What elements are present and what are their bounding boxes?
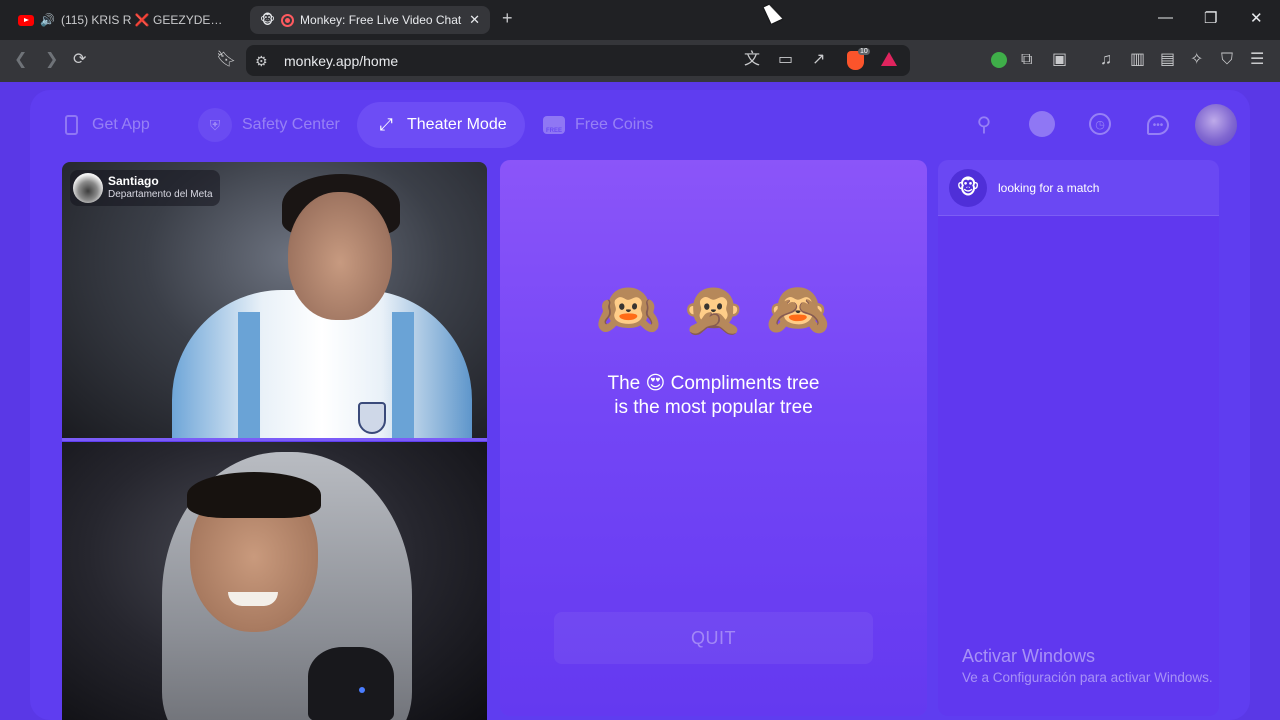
see-no-evil-monkey-icon: 🙈 [765, 281, 831, 339]
tab-title: Monkey: Free Live Video Chat [300, 13, 462, 27]
cast-icon[interactable]: ▭ [778, 50, 793, 70]
remote-user-location: Departamento del Meta [108, 189, 213, 200]
wallet-icon[interactable]: ▤ [1160, 50, 1175, 70]
leo-ai-icon[interactable]: ✧ [1190, 50, 1203, 70]
speaker-icon[interactable]: 🔊 [40, 13, 55, 27]
windows-activation-watermark: Activar Windows Ve a Configuración para … [962, 645, 1213, 689]
coins-balance-icon[interactable] [1029, 111, 1055, 137]
tip-line-2: is the most popular tree [614, 397, 813, 418]
url-text[interactable]: monkey.app/home [284, 53, 398, 69]
profile-avatar[interactable] [1195, 104, 1237, 146]
restore-button[interactable]: ❐ [1204, 9, 1217, 27]
shield-icon: ⛨ [198, 108, 232, 142]
translate-icon[interactable]: 文 [744, 50, 760, 70]
youtube-icon [18, 14, 34, 26]
self-person-hair [187, 472, 321, 518]
matching-card: 🙉 🙊 🙈 The 😍 Compliments tree is the most… [500, 160, 927, 716]
chat-panel: 🐵 looking for a match [938, 160, 1219, 716]
hear-no-evil-monkey-icon: 🙉 [596, 281, 662, 339]
jersey-badge [358, 402, 386, 434]
jersey-stripe [392, 312, 414, 438]
tab-monkey[interactable]: 🐵 Monkey: Free Live Video Chat ✕ [250, 6, 490, 34]
forward-icon[interactable]: ❯ [45, 50, 58, 70]
sidebar-icon[interactable]: ▥ [1130, 50, 1145, 70]
safety-center-button[interactable]: ⛨ Safety Center [188, 102, 358, 148]
recording-icon [281, 13, 295, 27]
new-tab-button[interactable]: + [502, 8, 513, 29]
monkey-avatar-icon: 🐵 [949, 168, 987, 207]
expand-icon: ⤢ [379, 115, 393, 134]
speak-no-evil-monkey-icon: 🙊 [681, 281, 746, 339]
extension-green-icon[interactable] [991, 52, 1007, 68]
phone-icon [60, 114, 82, 136]
messages-icon[interactable]: ••• [1147, 115, 1169, 135]
shields-count-badge: 10 [858, 48, 870, 55]
screenshot-icon[interactable]: ▣ [1052, 50, 1067, 70]
browser-tab-bar: 🔊 (115) KRIS R ❌ GEEZYDEE - TUK 🐵 Monkey… [0, 0, 1280, 40]
jersey-stripe [238, 312, 260, 438]
bookmark-icon[interactable]: 🔖︎ [216, 50, 236, 70]
tab-youtube[interactable]: 🔊 (115) KRIS R ❌ GEEZYDEE - TUK [8, 6, 240, 34]
match-status: looking for a match [998, 180, 1100, 195]
chat-header: 🐵 looking for a match [938, 160, 1219, 216]
remote-user-tag[interactable]: Santiago Departamento del Meta [70, 170, 220, 206]
watermark-title: Activar Windows [962, 646, 1096, 666]
vpn-shield-icon[interactable]: ⛉ [1221, 50, 1233, 70]
search-icon[interactable]: ⚲ [971, 111, 997, 137]
get-app-label: Get App [92, 116, 150, 133]
close-window-button[interactable]: ✕ [1250, 9, 1263, 27]
monkey-page: Get App ⛨ Safety Center ⤢ Theater Mode F… [0, 82, 1280, 720]
free-coins-button[interactable]: FREE Free Coins [525, 102, 671, 148]
mouse-cursor-icon [763, 2, 783, 24]
monkeys-row: 🙉 🙊 🙈 [500, 278, 927, 342]
remote-person-face [288, 192, 392, 320]
free-coins-icon: FREE [543, 116, 565, 134]
remote-video: Santiago Departamento del Meta [62, 162, 487, 438]
watermark-subtitle: Ve a Configuración para activar Windows. [962, 670, 1213, 685]
self-person-smile [228, 592, 278, 606]
tip-line-1: The 😍 Compliments tree [607, 373, 820, 394]
minimize-button[interactable]: — [1158, 9, 1173, 26]
monkey-favicon-icon: 🐵 [260, 12, 276, 27]
remote-user-avatar [73, 173, 103, 203]
share-icon[interactable]: ↗ [812, 50, 825, 70]
remote-user-info: Santiago Departamento del Meta [108, 174, 213, 202]
site-settings-icon[interactable]: ⚙ [255, 51, 268, 71]
microphone-object [308, 647, 394, 720]
theater-mode-button[interactable]: ⤢ Theater Mode [357, 102, 525, 148]
close-tab-icon[interactable]: ✕ [469, 12, 480, 28]
video-divider [62, 438, 487, 441]
reload-icon[interactable]: ⟳ [73, 50, 86, 70]
media-music-icon[interactable]: ♫ [1100, 50, 1112, 70]
tip-text: The 😍 Compliments tree is the most popul… [500, 372, 927, 420]
remote-user-name: Santiago [108, 174, 159, 188]
free-coins-label: Free Coins [575, 116, 654, 133]
get-app-button[interactable]: Get App [42, 102, 168, 148]
history-clock-icon[interactable]: ◷ [1089, 113, 1111, 135]
back-icon[interactable]: ❮ [14, 50, 27, 70]
quit-button[interactable]: QUIT [554, 612, 873, 664]
menu-icon[interactable]: ☰ [1250, 50, 1264, 70]
theater-mode-label: Theater Mode [407, 116, 507, 133]
safety-center-label: Safety Center [242, 116, 340, 133]
brave-rewards-icon[interactable] [881, 52, 897, 66]
tab-title: (115) KRIS R ❌ GEEZYDEE - TUK [60, 13, 230, 27]
self-video [62, 442, 487, 720]
extensions-puzzle-icon[interactable]: ⧉ [1021, 50, 1032, 70]
